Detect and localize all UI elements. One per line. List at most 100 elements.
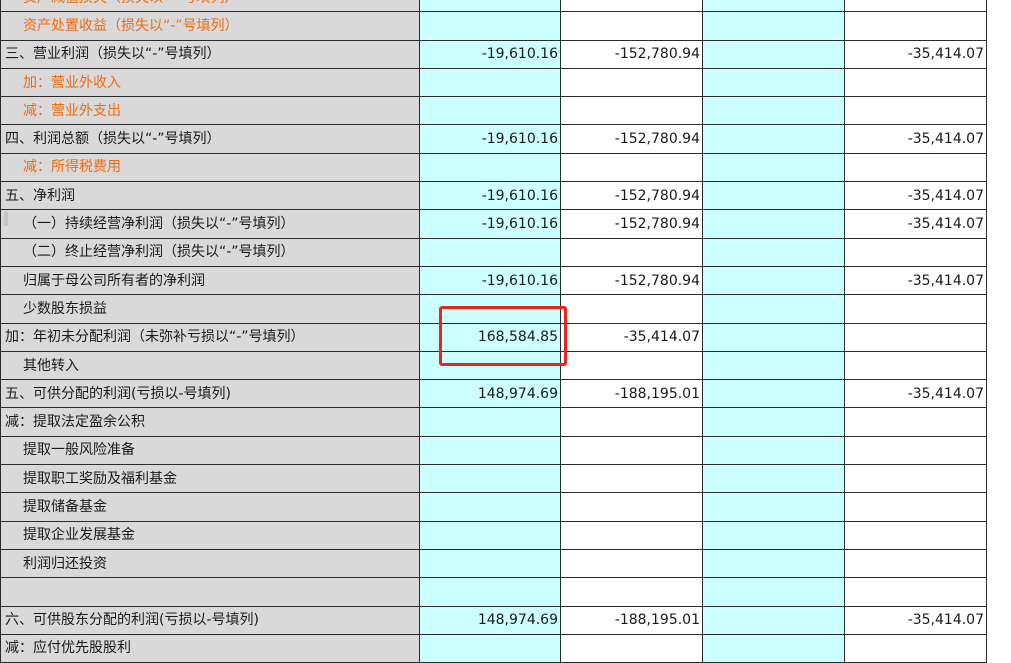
value-cell-col4[interactable]: -35,414.07 — [844, 379, 987, 409]
value-cell-col4[interactable]: -35,414.07 — [844, 605, 987, 635]
value-cell-col4[interactable] — [844, 407, 987, 437]
value-cell-col3[interactable] — [702, 237, 845, 267]
value-cell-col3[interactable] — [702, 124, 845, 154]
value-cell-col1[interactable]: -19,610.16 — [419, 39, 561, 69]
value-cell-col2[interactable] — [560, 407, 703, 437]
row-label-cell[interactable]: 减：所得税费用 — [0, 152, 420, 183]
value-cell-col3[interactable] — [702, 11, 845, 41]
value-cell-col2[interactable]: -188,195.01 — [560, 605, 703, 635]
row-label-cell[interactable]: 减：提取法定盈余公积 — [0, 407, 420, 437]
row-label-cell[interactable]: 减：营业外支出 — [0, 96, 420, 126]
value-cell-col2[interactable] — [560, 294, 703, 324]
value-cell-col4[interactable]: -35,414.07 — [844, 181, 987, 211]
value-cell-col4[interactable] — [844, 548, 987, 579]
value-cell-col1[interactable] — [419, 492, 561, 522]
value-cell-col3[interactable] — [702, 96, 845, 126]
value-cell-col4[interactable] — [844, 0, 987, 13]
value-cell-col1[interactable] — [419, 294, 561, 324]
value-cell-col4[interactable] — [844, 464, 987, 494]
value-cell-col1[interactable] — [419, 67, 561, 98]
value-cell-col2[interactable] — [560, 152, 703, 183]
value-cell-col1[interactable]: -19,610.16 — [419, 124, 561, 154]
value-cell-col2[interactable]: -152,780.94 — [560, 124, 703, 154]
value-cell-col1[interactable]: 168,584.85 — [419, 322, 561, 352]
value-cell-col4[interactable] — [844, 520, 987, 550]
value-cell-col2[interactable]: -152,780.94 — [560, 181, 703, 211]
value-cell-col4[interactable]: -35,414.07 — [844, 265, 987, 296]
value-cell-col4[interactable]: -35,414.07 — [844, 124, 987, 154]
value-cell-col3[interactable] — [702, 520, 845, 550]
value-cell-col4[interactable]: -35,414.07 — [844, 209, 987, 239]
value-cell-col1[interactable] — [419, 96, 561, 126]
value-cell-col3[interactable] — [702, 577, 845, 607]
value-cell-col2[interactable] — [560, 11, 703, 41]
value-cell-col2[interactable] — [560, 237, 703, 267]
value-cell-col1[interactable]: -19,610.16 — [419, 181, 561, 211]
row-label-cell[interactable]: 五、可供分配的利润(亏损以-号填列) — [0, 379, 420, 409]
value-cell-col2[interactable] — [560, 96, 703, 126]
value-cell-col2[interactable] — [560, 350, 703, 381]
value-cell-col1[interactable] — [419, 0, 561, 13]
value-cell-col2[interactable] — [560, 520, 703, 550]
row-label-cell[interactable]: 三、营业利润（损失以“-”号填列） — [0, 39, 420, 69]
value-cell-col1[interactable] — [419, 237, 561, 267]
value-cell-col4[interactable] — [844, 492, 987, 522]
value-cell-col1[interactable] — [419, 464, 561, 494]
value-cell-col4[interactable] — [844, 633, 987, 663]
value-cell-col4[interactable] — [844, 237, 987, 267]
value-cell-col2[interactable]: -152,780.94 — [560, 39, 703, 69]
value-cell-col3[interactable] — [702, 181, 845, 211]
value-cell-col2[interactable] — [560, 548, 703, 579]
row-label-cell[interactable]: 其他转入 — [0, 350, 420, 381]
value-cell-col2[interactable] — [560, 492, 703, 522]
value-cell-col3[interactable] — [702, 379, 845, 409]
value-cell-col4[interactable] — [844, 11, 987, 41]
value-cell-col3[interactable] — [702, 39, 845, 69]
value-cell-col3[interactable] — [702, 67, 845, 98]
value-cell-col1[interactable] — [419, 152, 561, 183]
value-cell-col3[interactable] — [702, 407, 845, 437]
row-label-cell[interactable]: 加：营业外收入 — [0, 67, 420, 98]
value-cell-col1[interactable] — [419, 548, 561, 579]
value-cell-col2[interactable] — [560, 0, 703, 13]
value-cell-col3[interactable] — [702, 548, 845, 579]
value-cell-col4[interactable] — [844, 435, 987, 466]
value-cell-col3[interactable] — [702, 350, 845, 381]
row-label-cell[interactable]: 提取一般风险准备 — [0, 435, 420, 466]
value-cell-col1[interactable] — [419, 633, 561, 663]
value-cell-col3[interactable] — [702, 464, 845, 494]
value-cell-col1[interactable]: -19,610.16 — [419, 209, 561, 239]
value-cell-col1[interactable]: 148,974.69 — [419, 379, 561, 409]
row-label-cell[interactable]: 五、净利润 — [0, 181, 420, 211]
value-cell-col4[interactable] — [844, 577, 987, 607]
value-cell-col1[interactable] — [419, 520, 561, 550]
row-label-cell[interactable]: 提取储备基金 — [0, 492, 420, 522]
value-cell-col4[interactable] — [844, 322, 987, 352]
value-cell-col1[interactable] — [419, 407, 561, 437]
row-label-cell[interactable]: 资产减值损失（损失以“-”号填列） — [0, 0, 420, 13]
row-label-cell[interactable]: 六、可供股东分配的利润(亏损以-号填列) — [0, 605, 420, 635]
value-cell-col2[interactable]: -152,780.94 — [560, 209, 703, 239]
value-cell-col2[interactable] — [560, 435, 703, 466]
row-label-cell[interactable]: 加：年初未分配利润（未弥补亏损以“-”号填列） — [0, 322, 420, 352]
value-cell-col4[interactable] — [844, 152, 987, 183]
value-cell-col4[interactable] — [844, 67, 987, 98]
value-cell-col3[interactable] — [702, 492, 845, 522]
value-cell-col1[interactable] — [419, 11, 561, 41]
row-label-cell[interactable]: 归属于母公司所有者的净利润 — [0, 265, 420, 296]
row-label-cell[interactable]: （二）终止经营净利润（损失以“-”号填列） — [0, 237, 420, 267]
row-label-cell[interactable]: 提取职工奖励及福利基金 — [0, 464, 420, 494]
row-label-cell[interactable] — [0, 577, 420, 607]
value-cell-col4[interactable] — [844, 294, 987, 324]
value-cell-col2[interactable]: -35,414.07 — [560, 322, 703, 352]
value-cell-col3[interactable] — [702, 265, 845, 296]
value-cell-col2[interactable]: -152,780.94 — [560, 265, 703, 296]
value-cell-col3[interactable] — [702, 152, 845, 183]
value-cell-col3[interactable] — [702, 0, 845, 13]
row-label-cell[interactable]: 少数股东损益 — [0, 294, 420, 324]
value-cell-col4[interactable] — [844, 96, 987, 126]
value-cell-col2[interactable] — [560, 577, 703, 607]
value-cell-col1[interactable]: -19,610.16 — [419, 265, 561, 296]
value-cell-col3[interactable] — [702, 294, 845, 324]
value-cell-col1[interactable] — [419, 350, 561, 381]
